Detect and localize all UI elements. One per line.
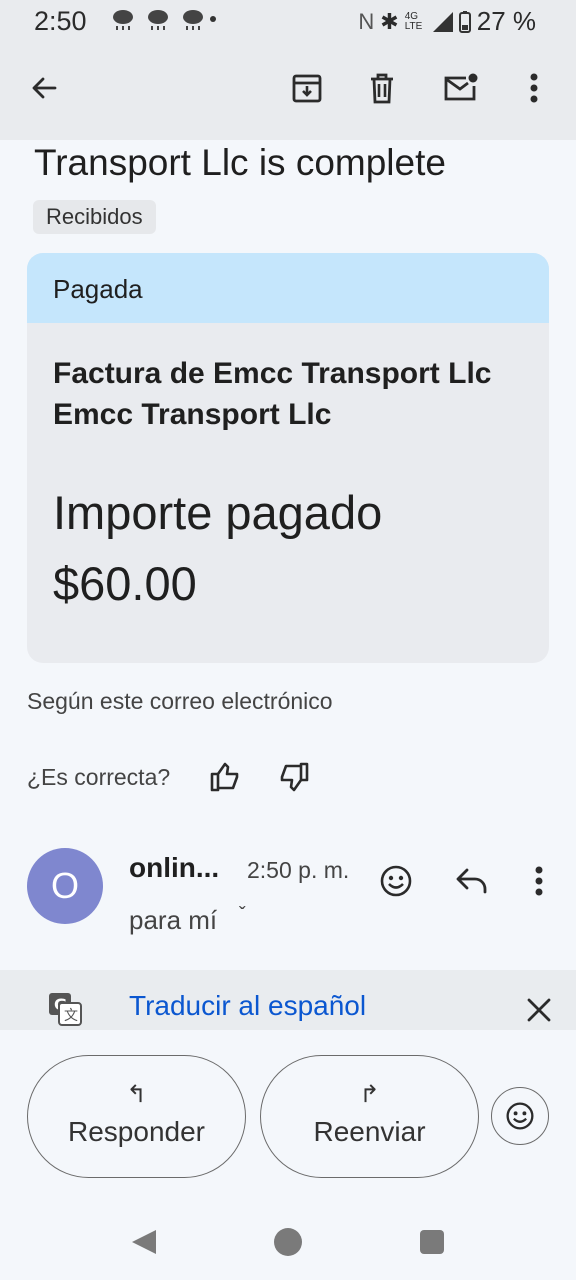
rain-cloud-icon xyxy=(183,10,203,30)
nav-recents-icon[interactable] xyxy=(420,1230,444,1254)
mail-unread-icon xyxy=(444,73,478,101)
signal-icon xyxy=(432,11,453,32)
more-options-button[interactable] xyxy=(512,66,556,110)
nav-home-icon[interactable] xyxy=(274,1228,302,1256)
battery-icon xyxy=(458,10,471,33)
nav-back-icon[interactable] xyxy=(130,1228,158,1256)
sender-avatar[interactable]: O xyxy=(27,848,103,924)
trash-icon xyxy=(371,73,393,104)
delete-button[interactable] xyxy=(360,66,404,110)
emoji-reaction-icon[interactable] xyxy=(379,864,413,898)
forward-button[interactable]: ↱ Reenviar xyxy=(260,1055,479,1178)
recipient-text[interactable]: para mí xyxy=(129,905,217,936)
forward-arrow-icon: ↱ xyxy=(359,1081,380,1108)
email-subject: Transport Llc is complete xyxy=(34,142,446,183)
translate-icon: G 文 xyxy=(49,993,82,1026)
bluetooth-icon: ✱ xyxy=(380,8,399,34)
amount-label: Importe pagado xyxy=(53,486,383,539)
emoji-icon xyxy=(506,1102,534,1130)
reply-button[interactable]: ↰ Responder xyxy=(27,1055,246,1178)
status-time: 2:50 xyxy=(34,6,87,36)
status-icons: N ✱ 4G LTE 27 % xyxy=(358,6,536,37)
reply-icon[interactable] xyxy=(455,866,489,896)
status-bar: 2:50 N ✱ 4G LTE 27 % xyxy=(0,0,576,44)
reply-arrow-icon: ↰ xyxy=(126,1081,147,1108)
forward-label: Reenviar xyxy=(313,1116,426,1147)
mark-unread-button[interactable] xyxy=(438,66,482,110)
archive-button[interactable] xyxy=(285,66,329,110)
feedback-question: ¿Es correcta? xyxy=(27,764,171,790)
inbox-label-chip[interactable]: Recibidos xyxy=(33,200,156,234)
emoji-button[interactable] xyxy=(491,1087,549,1145)
back-button[interactable] xyxy=(22,66,66,110)
message-time: 2:50 p. m. xyxy=(247,857,350,883)
invoice-status: Pagada xyxy=(27,253,549,323)
close-icon[interactable] xyxy=(527,998,551,1022)
svg-text:文: 文 xyxy=(64,1008,78,1024)
rain-cloud-icon xyxy=(148,10,168,30)
arrow-left-icon xyxy=(32,77,57,99)
more-vertical-icon xyxy=(530,73,538,103)
rain-cloud-icon xyxy=(113,10,133,30)
invoice-card[interactable]: Pagada Factura de Emcc Transport Llc Emc… xyxy=(27,253,549,663)
according-text: Según este correo electrónico xyxy=(27,688,333,714)
archive-icon xyxy=(292,74,322,103)
nfc-icon: N xyxy=(358,8,375,34)
chevron-down-icon[interactable]: ˇ xyxy=(239,904,246,927)
battery-level: 27 % xyxy=(476,6,536,36)
network-label: 4G LTE xyxy=(404,10,423,32)
thumbs-up-icon[interactable] xyxy=(208,760,242,794)
message-more-icon[interactable] xyxy=(535,866,543,896)
reply-label: Responder xyxy=(68,1116,205,1147)
notification-dot xyxy=(210,16,216,22)
amount-value: $60.00 xyxy=(53,557,197,610)
translate-link[interactable]: Traducir al español xyxy=(129,990,366,1022)
thumbs-down-icon[interactable] xyxy=(277,760,311,794)
invoice-title: Factura de Emcc Transport Llc Emcc Trans… xyxy=(53,357,492,431)
sender-name[interactable]: onlin... xyxy=(129,852,219,884)
app-bar xyxy=(0,62,576,118)
